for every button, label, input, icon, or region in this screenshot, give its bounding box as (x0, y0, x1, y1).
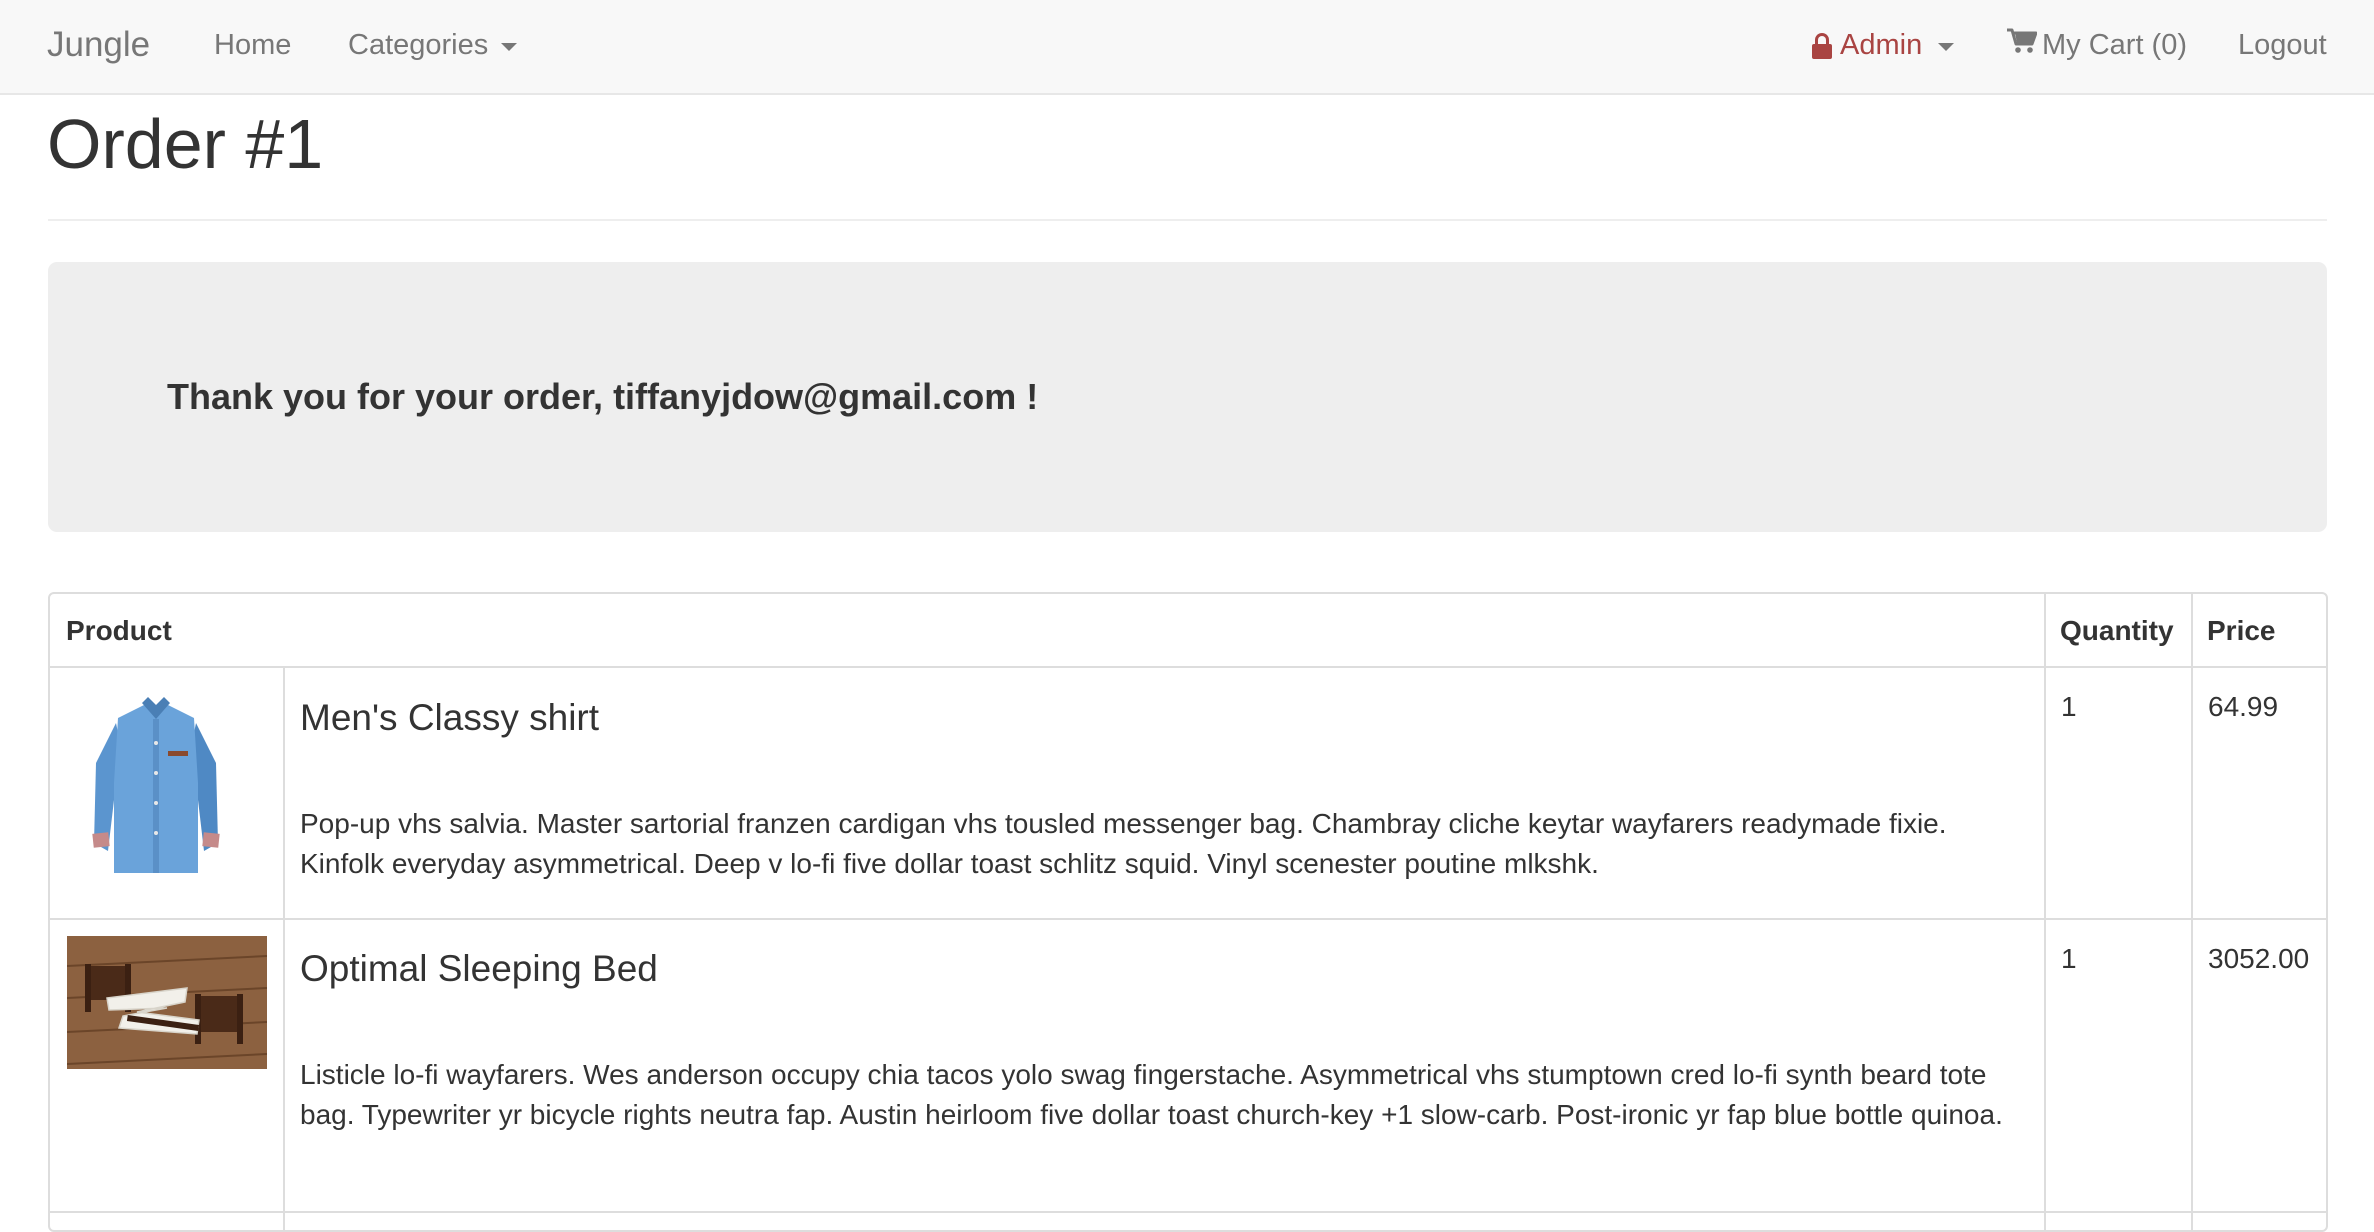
nav-cart-link[interactable]: My Cart (0) (2007, 0, 2187, 90)
nav-cart-label: My Cart (0) (2042, 28, 2187, 61)
shopping-cart-icon (2007, 28, 2038, 62)
order-items-table: Product Quantity Price Men's Classy shir… (48, 592, 2328, 1232)
column-header-price: Price (2207, 615, 2276, 646)
product-name: Optimal Sleeping Bed (300, 948, 658, 989)
nav-admin-dropdown[interactable]: Admin (1812, 0, 1955, 90)
product-image-bed (67, 936, 267, 1069)
table-row-divider (50, 1211, 2326, 1213)
product-quantity: 1 (2061, 943, 2077, 974)
title-divider (48, 219, 2327, 221)
nav-categories-dropdown[interactable]: Categories (348, 0, 518, 90)
nav-home-link[interactable]: Home (214, 0, 291, 90)
product-name: Men's Classy shirt (300, 697, 600, 738)
nav-categories-label: Categories (348, 28, 489, 61)
page-title: Order #1 (47, 105, 324, 183)
column-header-quantity: Quantity (2060, 615, 2174, 646)
chevron-down-icon (1938, 42, 1955, 51)
brand-link[interactable]: Jungle (47, 0, 150, 90)
thank-you-message: Thank you for your order, tiffanyjdow@gm… (167, 376, 1039, 417)
nav-admin-label: Admin (1840, 28, 1923, 61)
order-confirmation-banner: Thank you for your order, tiffanyjdow@gm… (48, 262, 2327, 532)
product-description: Listicle lo-fi wayfarers. Wes anderson o… (300, 1059, 2003, 1130)
chevron-down-icon (501, 42, 518, 51)
lock-icon (1812, 33, 1832, 59)
product-quantity: 1 (2061, 691, 2077, 722)
nav-logout-link[interactable]: Logout (2238, 0, 2327, 90)
top-navbar: Jungle Home Categories Admin My Cart (0)… (0, 0, 2374, 95)
product-price: 64.99 (2208, 691, 2279, 722)
product-description: Pop-up vhs salvia. Master sartorial fran… (300, 808, 1947, 879)
product-price: 3052.00 (2208, 943, 2310, 974)
table-column-divider (2191, 594, 2193, 1230)
table-column-divider (2044, 594, 2046, 1230)
column-header-product: Product (66, 615, 172, 646)
product-image-shirt (86, 683, 226, 883)
table-row-divider (50, 918, 2326, 920)
table-column-divider (283, 668, 285, 1230)
table-row-divider (50, 666, 2326, 668)
